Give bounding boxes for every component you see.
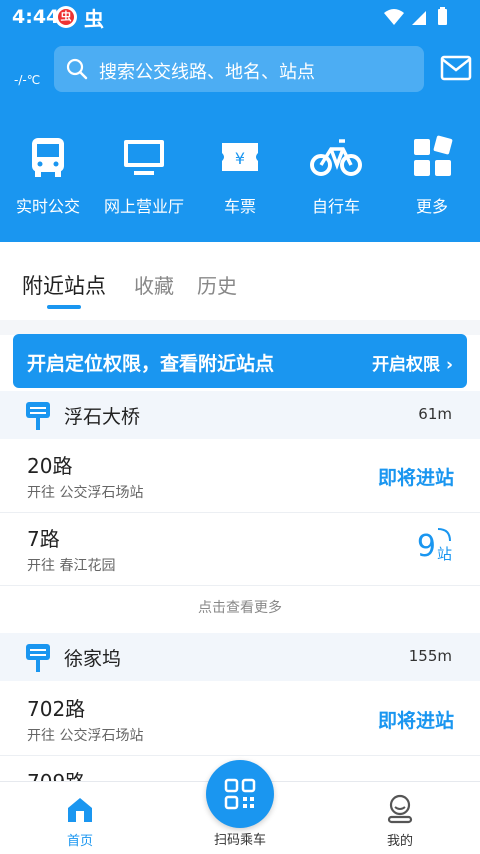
tab-nearby[interactable]: 附近站点: [22, 270, 106, 300]
stop-name: 徐家坞: [64, 648, 122, 670]
banner-text: 开启定位权限，查看附近站点: [27, 353, 275, 375]
quick-action-label: 网上营业厅: [103, 197, 184, 216]
nav-profile[interactable]: 我的: [340, 782, 460, 854]
tab-favorites[interactable]: 收藏: [134, 270, 174, 299]
stop-name: 浮石大桥: [64, 406, 141, 428]
stop-header[interactable]: 浮石大桥 61m: [0, 391, 480, 439]
divider: [0, 320, 480, 335]
ticket-icon: ¥: [222, 143, 258, 171]
search-bar[interactable]: 搜索公交线路、地名、站点: [54, 46, 424, 92]
bus-stop-icon: [26, 402, 50, 430]
arrival-status: 即将进站: [377, 467, 454, 489]
nav-label: 我的: [386, 834, 413, 849]
scan-ride-button[interactable]: [206, 760, 274, 828]
signal-arc-icon: [437, 528, 451, 542]
search-icon: [66, 58, 88, 80]
app-notification-icon-2: 虫: [84, 7, 104, 31]
quick-action-label: 车票: [223, 197, 256, 216]
bus-stop-icon: [26, 644, 50, 672]
stops-away: 9 站: [392, 527, 452, 571]
mail-icon[interactable]: [440, 54, 472, 82]
quick-actions: 实时公交 网上营业厅 ¥ 车票 自行车 更多: [0, 135, 480, 225]
quick-action-realtime-bus[interactable]: 实时公交: [0, 135, 96, 225]
route-direction: 开往 春江花园: [27, 558, 116, 574]
bicycle-icon: [310, 139, 362, 176]
quick-action-label: 实时公交: [15, 197, 80, 216]
stop-distance: 155m: [408, 647, 452, 665]
status-time: 4:44: [12, 6, 60, 28]
quick-action-ticket[interactable]: ¥ 车票: [192, 135, 288, 225]
nav-label: 首页: [66, 834, 93, 849]
tab-indicator: [47, 305, 81, 309]
route-direction: 开往 公交浮石场站: [27, 485, 144, 501]
scan-ride-label: 扫码乘车: [213, 833, 266, 848]
route-row[interactable]: 20路 开往 公交浮石场站 即将进站: [0, 440, 480, 513]
view-more-button[interactable]: 点击查看更多: [0, 586, 480, 630]
monitor-icon: [124, 140, 164, 175]
more-grid-icon: [414, 135, 453, 176]
stop-header[interactable]: 徐家坞 155m: [0, 633, 480, 681]
enable-permission-button[interactable]: 开启权限 ›: [372, 350, 453, 375]
quick-action-bicycle[interactable]: 自行车: [288, 135, 384, 225]
tab-history[interactable]: 历史: [197, 270, 237, 299]
arrival-status: 即将进站: [377, 710, 454, 732]
home-icon: [68, 798, 92, 822]
route-direction: 开往 公交浮石场站: [27, 728, 144, 744]
location-banner[interactable]: 开启定位权限，查看附近站点 开启权限 ›: [13, 334, 467, 388]
stops-away-unit: 站: [436, 545, 452, 563]
nav-home[interactable]: 首页: [20, 782, 140, 854]
status-icons: [384, 7, 447, 25]
route-name: 702路: [27, 697, 86, 721]
route-row[interactable]: 7路 开往 春江花园 9 站: [0, 513, 480, 586]
chevron-right-icon: ›: [445, 355, 453, 375]
bus-icon: [32, 138, 64, 177]
route-name: 7路: [27, 527, 60, 551]
app-notification-icon: 虫: [55, 6, 77, 28]
profile-icon: [387, 794, 413, 824]
route-name: 20路: [27, 454, 73, 478]
quick-action-online-hall[interactable]: 网上营业厅: [96, 135, 192, 225]
stop-distance: 61m: [418, 405, 452, 423]
quick-action-label: 自行车: [311, 197, 360, 216]
quick-action-more[interactable]: 更多: [384, 135, 480, 225]
route-row[interactable]: 702路 开往 公交浮石场站 即将进站: [0, 683, 480, 756]
search-placeholder: 搜索公交线路、地名、站点: [99, 62, 315, 83]
qr-code-icon: [224, 778, 256, 810]
temperature: -/-℃: [14, 73, 41, 87]
quick-action-label: 更多: [415, 197, 448, 216]
svg-text:¥: ¥: [235, 149, 245, 168]
header: 4:44 虫 虫 -/-℃ 搜索公交线路、地名、站点 实时公交 网上营业厅 ¥ …: [0, 0, 480, 242]
stops-away-count: 9: [416, 529, 436, 564]
status-bar: 4:44 虫 虫: [0, 0, 480, 34]
tab-bar: 附近站点 收藏 历史: [0, 242, 480, 320]
